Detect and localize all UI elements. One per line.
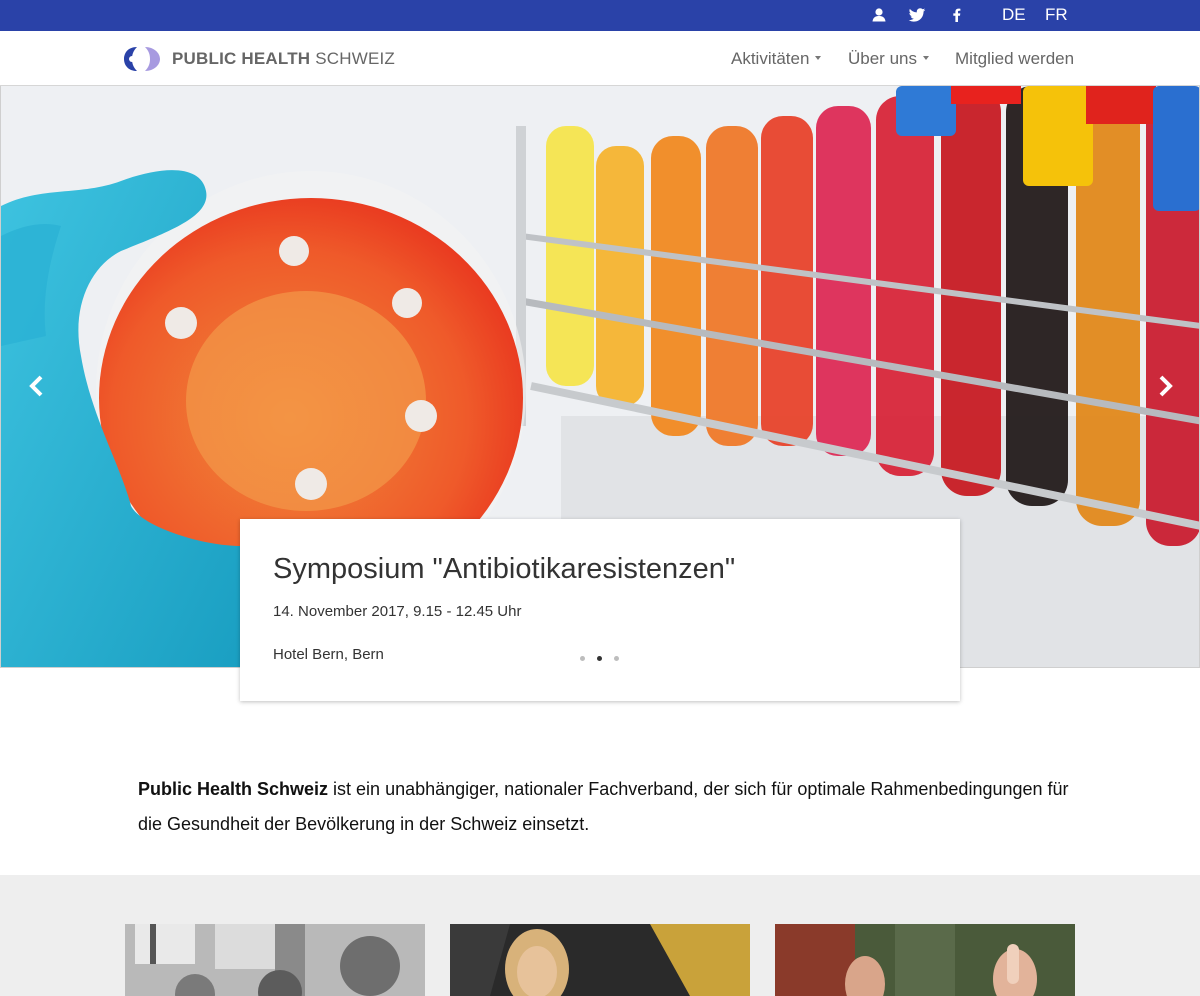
caption-place: Hotel Bern, Bern — [273, 646, 384, 663]
teaser-card-1[interactable] — [125, 924, 425, 996]
teaser-card-2[interactable] — [450, 924, 750, 996]
chevron-left-icon — [29, 375, 43, 397]
logo-icon[interactable] — [123, 45, 161, 73]
teaser-section — [0, 875, 1200, 996]
facebook-icon[interactable] — [948, 6, 966, 24]
twitter-icon[interactable] — [908, 6, 926, 24]
language-de[interactable]: DE — [1002, 5, 1026, 25]
caption-date: 14. November 2017, 9.15 - 12.45 Uhr — [273, 603, 522, 620]
top-bar: DE FR — [0, 0, 1200, 31]
nav-item-mitglied-werden[interactable]: Mitglied werden — [955, 48, 1074, 70]
caret-down-icon — [922, 55, 929, 60]
nav-item-ueber-uns[interactable]: Über uns — [848, 48, 929, 70]
carousel-next-button[interactable] — [1153, 374, 1177, 398]
caption-title: Symposium "Antibiotikaresistenzen" — [273, 553, 736, 585]
nav-label: Mitglied werden — [955, 49, 1075, 68]
chevron-right-icon — [1159, 375, 1173, 397]
nav-label: Aktivitäten — [731, 49, 810, 68]
brand-name-light: SCHWEIZ — [315, 49, 396, 68]
intro-bold: Public Health Schweiz — [138, 779, 329, 799]
caret-down-icon — [815, 55, 822, 60]
language-fr[interactable]: FR — [1045, 5, 1068, 25]
teaser-card-3[interactable] — [775, 924, 1075, 996]
hero-caption-card[interactable]: Symposium "Antibiotikaresistenzen" 14. N… — [240, 519, 960, 701]
carousel-dot-3[interactable] — [614, 656, 619, 661]
user-icon[interactable] — [870, 6, 888, 24]
brand-name-bold: PUBLIC HEALTH — [172, 49, 311, 68]
carousel-dot-1[interactable] — [580, 656, 585, 661]
main-navbar: PUBLIC HEALTH SCHWEIZ Aktivitäten Über u… — [0, 31, 1200, 86]
carousel-prev-button[interactable] — [25, 374, 49, 398]
carousel-dot-2[interactable] — [597, 656, 602, 661]
nav-label: Über uns — [848, 49, 917, 68]
teaser-image-2 — [450, 924, 750, 996]
intro-text: Public Health Schweiz ist ein unabhängig… — [138, 772, 1078, 842]
teaser-image-3 — [775, 924, 1075, 996]
teaser-image-1 — [125, 924, 425, 996]
nav-item-aktivitaeten[interactable]: Aktivitäten — [731, 48, 822, 70]
brand-name[interactable]: PUBLIC HEALTH SCHWEIZ — [172, 49, 395, 69]
